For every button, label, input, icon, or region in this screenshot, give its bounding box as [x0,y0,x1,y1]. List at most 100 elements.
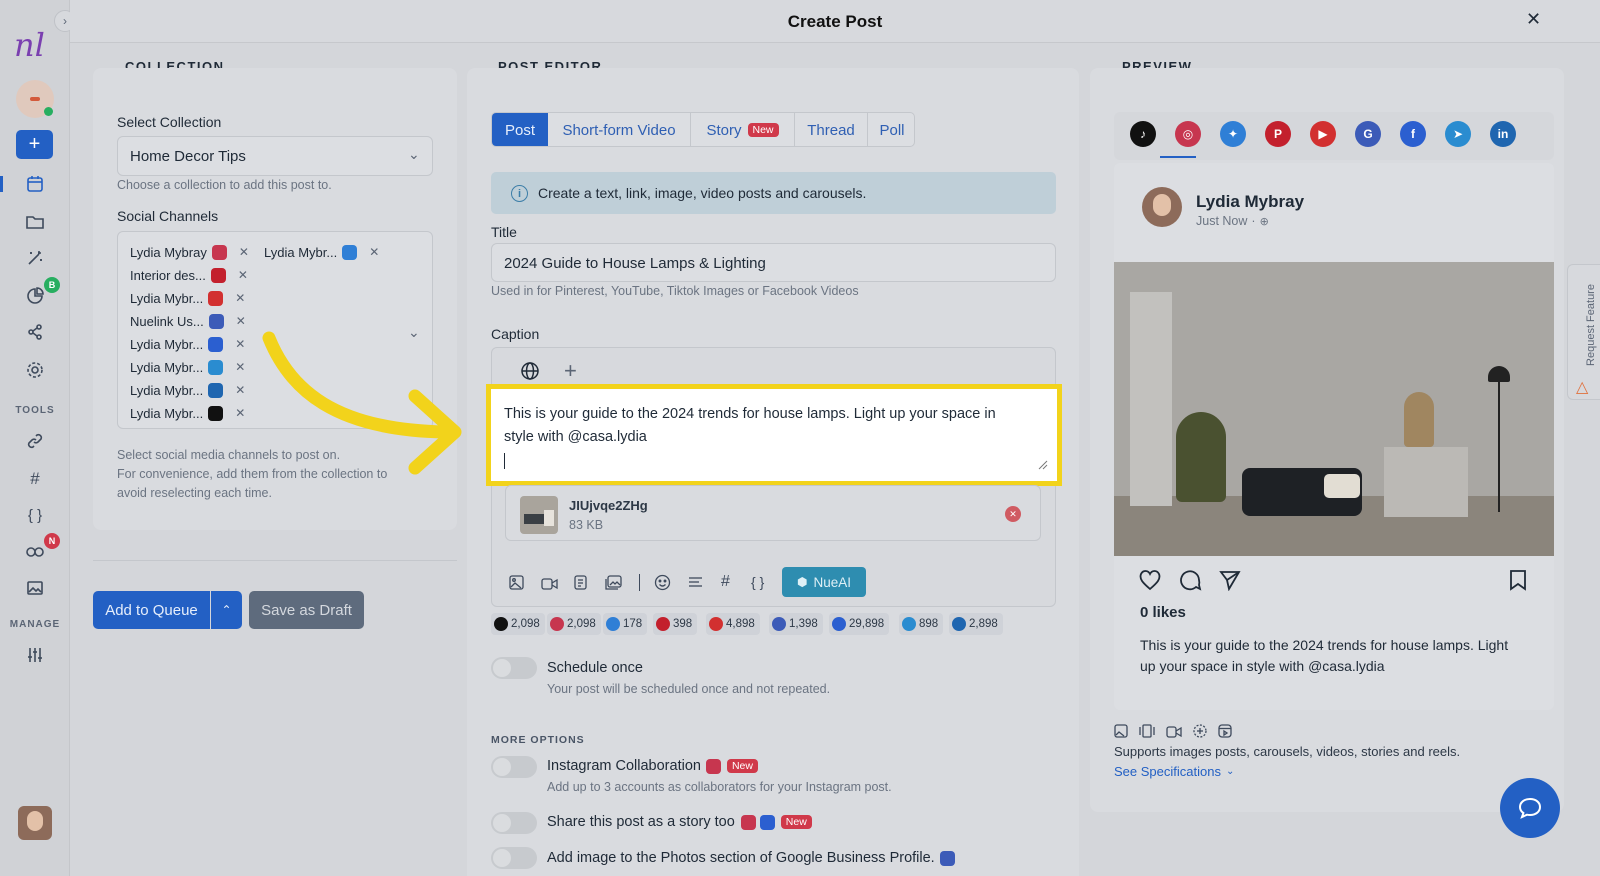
text-format-icon[interactable] [688,576,703,594]
page-title: Create Post [787,12,883,31]
link-shortener-icon[interactable] [23,540,47,564]
attachment-thumbnail[interactable] [520,496,558,534]
supported-formats-text: Supports images posts, carousels, videos… [1114,744,1461,759]
emoji-icon[interactable] [654,574,671,596]
preview-tab-facebook-icon[interactable]: f [1400,121,1426,147]
comment-bubble-icon[interactable] [1178,569,1202,598]
remove-channel-icon[interactable]: ✕ [238,268,248,282]
calendar-icon[interactable] [23,172,47,196]
cushion [1324,474,1360,498]
media-library-icon[interactable] [23,576,47,600]
hashtag-icon[interactable]: # [23,467,47,491]
char-counter-telegram: 898 [899,613,944,635]
remove-channel-icon[interactable]: ✕ [235,360,245,374]
tab-thread[interactable]: Thread [795,113,868,146]
resize-handle-icon[interactable] [1038,460,1048,470]
instagram-collaboration-toggle[interactable] [491,756,537,778]
post-type-tabs: Post Short-form Video Story New Thread P… [491,112,915,147]
tab-story[interactable]: Story New [691,113,795,146]
remove-channel-icon[interactable]: ✕ [235,337,245,351]
create-post-button[interactable]: + [16,130,53,159]
video-format-icon [1166,725,1182,743]
hashtag-picker-icon[interactable]: # [721,573,730,591]
story-new-badge: New [747,123,779,137]
close-icon[interactable]: ✕ [1526,9,1541,30]
see-specifications-link[interactable]: See Specifications ⌄ [1114,764,1234,779]
remove-attachment-icon[interactable]: ✕ [1005,506,1021,522]
settings-icon[interactable] [23,358,47,382]
schedule-once-label: Schedule once [547,660,643,676]
tiktok-icon [208,405,224,421]
remove-channel-icon[interactable]: ✕ [239,245,249,259]
add-to-queue-button[interactable]: Add to Queue [93,591,210,629]
bookmark-icon[interactable] [1509,569,1527,596]
variables-icon[interactable]: { } [751,574,764,590]
channels-hint-3: avoid reselecting each time. [117,486,272,500]
char-counter-instagram: 2,098 [547,613,601,635]
preview-tab-instagram-icon[interactable]: ◎ [1175,121,1201,147]
remove-channel-icon[interactable]: ✕ [236,314,246,328]
share-as-story-toggle[interactable] [491,812,537,834]
add-variant-icon[interactable]: + [564,358,577,384]
title-label: Title [491,224,517,240]
preview-caption-line-2: up your space in style with @casa.lydia [1140,658,1385,674]
nueai-button[interactable]: ⬢ NueAI [782,567,866,597]
info-banner: i Create a text, link, image, video post… [491,172,1056,214]
like-heart-icon[interactable] [1138,569,1162,596]
channel-chip-label: Lydia Mybr... [130,405,204,421]
add-document-icon[interactable] [574,575,587,595]
link-icon[interactable] [23,429,47,453]
request-feature-tab[interactable]: Request Feature △ [1567,264,1600,400]
tab-poll[interactable]: Poll [868,113,914,146]
toolbar-divider [639,574,640,591]
info-text: Create a text, link, image, video posts … [538,185,867,201]
plus-icon: + [28,133,41,155]
preview-tab-tiktok-icon[interactable]: ♪ [1130,121,1156,147]
nuelink-logo[interactable]: nl [14,26,45,64]
send-plane-icon[interactable] [1219,569,1241,596]
remove-channel-icon[interactable]: ✕ [235,383,245,397]
char-counter-facebook: 29,898 [829,613,890,635]
caption-textarea[interactable]: This is your guide to the 2024 trends fo… [486,384,1062,486]
folder-icon[interactable] [23,210,47,234]
title-input[interactable]: 2024 Guide to House Lamps & Lighting [491,243,1056,282]
floor-lamp [1498,372,1500,512]
collection-select[interactable]: Home Decor Tips ⌄ [117,136,433,176]
preview-image [1114,262,1554,556]
channel-chip: Lydia Mybr... ✕ [130,380,245,400]
preview-tab-pinterest-icon[interactable]: P [1265,121,1291,147]
magic-wand-icon[interactable] [23,246,47,270]
add-video-icon[interactable] [541,577,558,595]
help-chat-button[interactable] [1500,778,1560,838]
preview-tab-google-business-icon[interactable]: G [1355,121,1381,147]
analytics-icon[interactable] [23,284,47,308]
preview-tab-twitter-icon[interactable]: ✦ [1220,121,1246,147]
remove-channel-icon[interactable]: ✕ [235,291,245,305]
remove-channel-icon[interactable]: ✕ [369,245,379,259]
add-image-icon[interactable] [509,575,524,595]
caption-label: Caption [491,326,540,342]
attachment-name: JIUjvqe2ZHg [569,498,648,513]
share-icon[interactable] [23,320,47,344]
share-as-story-label: Share this post as a story too [547,814,735,830]
tab-post[interactable]: Post [492,113,548,146]
bluesky-counter-icon [606,617,620,631]
share-as-story-row: Share this post as a story too New [547,814,812,830]
user-avatar[interactable] [18,806,52,840]
sliders-icon[interactable] [23,643,47,667]
media-library-picker-icon[interactable] [605,575,622,595]
char-counter-linkedin: 2,898 [949,613,1003,635]
instagram-counter-icon [550,617,564,631]
globe-icon[interactable] [520,361,540,386]
remove-channel-icon[interactable]: ✕ [235,406,245,420]
save-as-draft-button[interactable]: Save as Draft [249,591,364,629]
gbp-photos-toggle[interactable] [491,847,537,869]
queue-options-button[interactable]: ⌃ [211,591,242,629]
code-braces-icon[interactable]: { } [23,503,47,527]
channel-chip-label: Interior des... [130,267,206,283]
preview-tab-telegram-icon[interactable]: ➤ [1445,121,1471,147]
preview-tab-youtube-icon[interactable]: ▶ [1310,121,1336,147]
tab-short-form-video[interactable]: Short-form Video [548,113,691,146]
preview-tab-linkedin-icon[interactable]: in [1490,121,1516,147]
schedule-once-toggle[interactable] [491,657,537,679]
